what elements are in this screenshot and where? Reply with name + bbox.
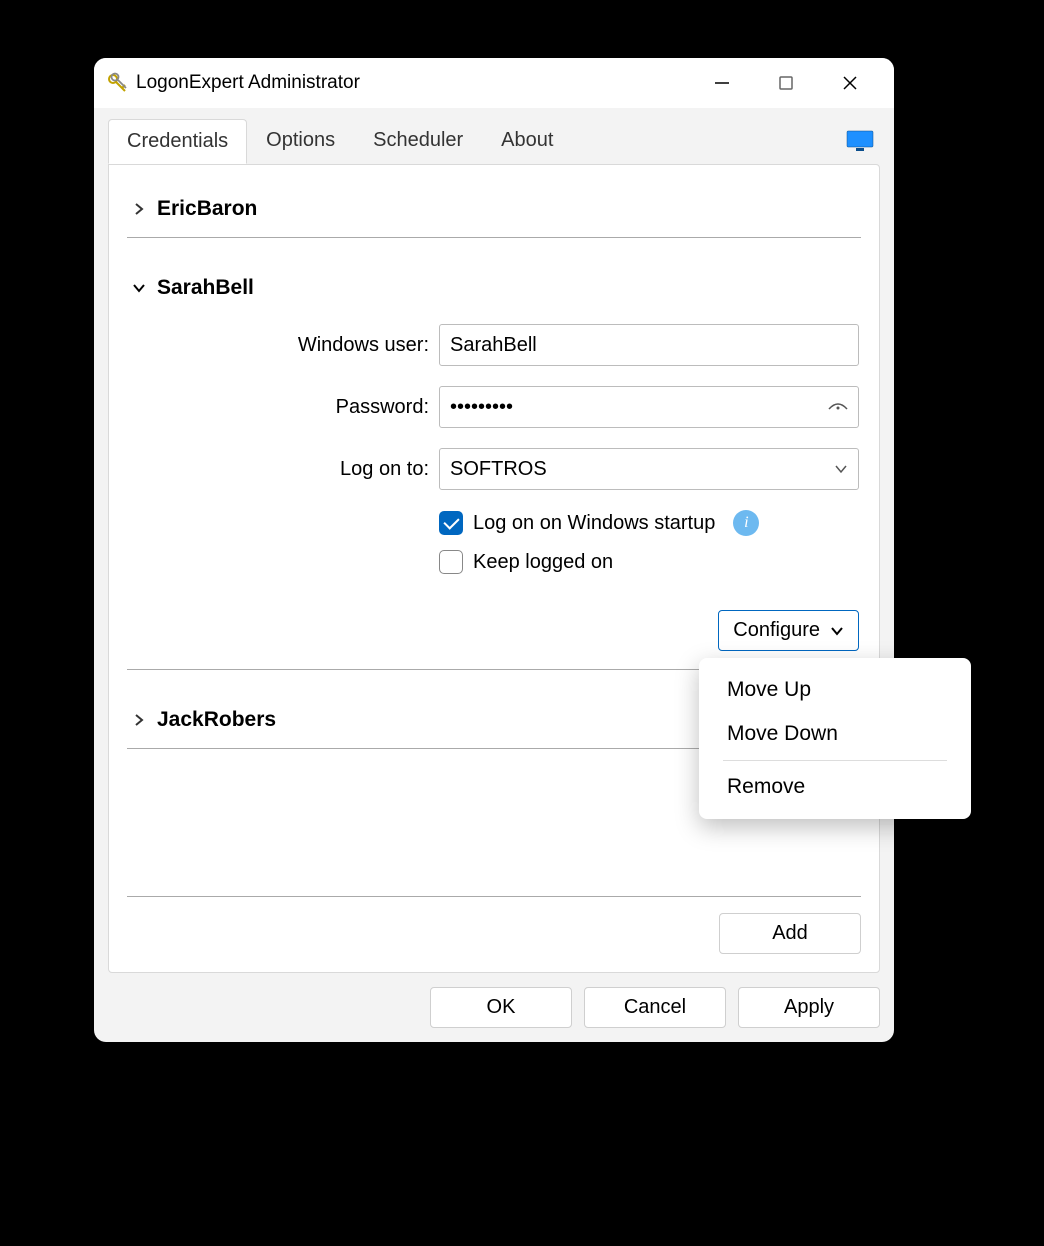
row-password: Password:	[129, 386, 859, 428]
keep-logged-checkbox[interactable]	[439, 550, 463, 574]
add-row: Add	[127, 897, 861, 954]
info-icon[interactable]: i	[733, 510, 759, 536]
minimize-button[interactable]	[690, 58, 754, 108]
user-section-sarah: SarahBell Windows user: Password:	[127, 262, 861, 670]
chevron-right-icon	[131, 712, 147, 728]
apply-button[interactable]: Apply	[738, 987, 880, 1028]
window-body: Credentials Options Scheduler About Eric…	[94, 108, 894, 1042]
monitor-icon[interactable]	[846, 130, 874, 152]
startup-checkbox[interactable]	[439, 511, 463, 535]
user-name: SarahBell	[157, 276, 254, 300]
logon-to-label: Log on to:	[129, 458, 429, 481]
menu-remove[interactable]: Remove	[699, 765, 971, 809]
eye-icon[interactable]	[827, 396, 849, 418]
tab-about[interactable]: About	[482, 118, 572, 163]
password-label: Password:	[129, 396, 429, 419]
configure-label: Configure	[733, 619, 820, 642]
ok-button[interactable]: OK	[430, 987, 572, 1028]
password-input[interactable]	[439, 386, 859, 428]
startup-label: Log on on Windows startup	[473, 512, 715, 535]
user-header-sarah[interactable]: SarahBell	[129, 270, 859, 306]
dialog-actions: OK Cancel Apply	[108, 973, 880, 1028]
app-window: LogonExpert Administrator Credentials Op…	[94, 58, 894, 1042]
keep-logged-label: Keep logged on	[473, 551, 613, 574]
tab-scheduler[interactable]: Scheduler	[354, 118, 482, 163]
tab-credentials[interactable]: Credentials	[108, 119, 247, 164]
cancel-button[interactable]: Cancel	[584, 987, 726, 1028]
row-windows-user: Windows user:	[129, 324, 859, 366]
row-startup-checkbox: Log on on Windows startup i	[439, 510, 859, 536]
titlebar: LogonExpert Administrator	[94, 58, 894, 108]
user-section-eric: EricBaron	[127, 183, 861, 238]
logon-to-select[interactable]: SOFTROS	[439, 448, 859, 490]
window-controls	[690, 58, 882, 108]
chevron-down-icon	[834, 462, 848, 476]
close-button[interactable]	[818, 58, 882, 108]
bottom-area: Add	[127, 896, 861, 954]
logon-to-value: SOFTROS	[450, 458, 547, 481]
menu-move-up[interactable]: Move Up	[699, 668, 971, 712]
maximize-button[interactable]	[754, 58, 818, 108]
row-logon-to: Log on to: SOFTROS	[129, 448, 859, 490]
row-keep-checkbox: Keep logged on	[439, 550, 859, 574]
menu-move-down[interactable]: Move Down	[699, 712, 971, 756]
menu-separator	[723, 760, 947, 761]
window-title: LogonExpert Administrator	[136, 72, 690, 94]
user-name: JackRobers	[157, 708, 276, 732]
chevron-down-icon	[131, 280, 147, 296]
tab-row: Credentials Options Scheduler About	[108, 118, 880, 164]
windows-user-input[interactable]	[439, 324, 859, 366]
chevron-right-icon	[131, 201, 147, 217]
user-header-eric[interactable]: EricBaron	[129, 191, 859, 227]
configure-button[interactable]: Configure	[718, 610, 859, 651]
configure-row: Configure Move Up Move Down Remove	[129, 610, 859, 651]
windows-user-label: Windows user:	[129, 334, 429, 357]
chevron-down-icon	[830, 624, 844, 638]
tab-options[interactable]: Options	[247, 118, 354, 163]
configure-menu: Move Up Move Down Remove	[699, 658, 971, 819]
credentials-panel: EricBaron SarahBell Windows user:	[108, 164, 880, 973]
credentials-form: Windows user: Password:	[129, 306, 859, 659]
user-name: EricBaron	[157, 197, 257, 221]
keys-icon	[106, 72, 128, 94]
add-button[interactable]: Add	[719, 913, 861, 954]
